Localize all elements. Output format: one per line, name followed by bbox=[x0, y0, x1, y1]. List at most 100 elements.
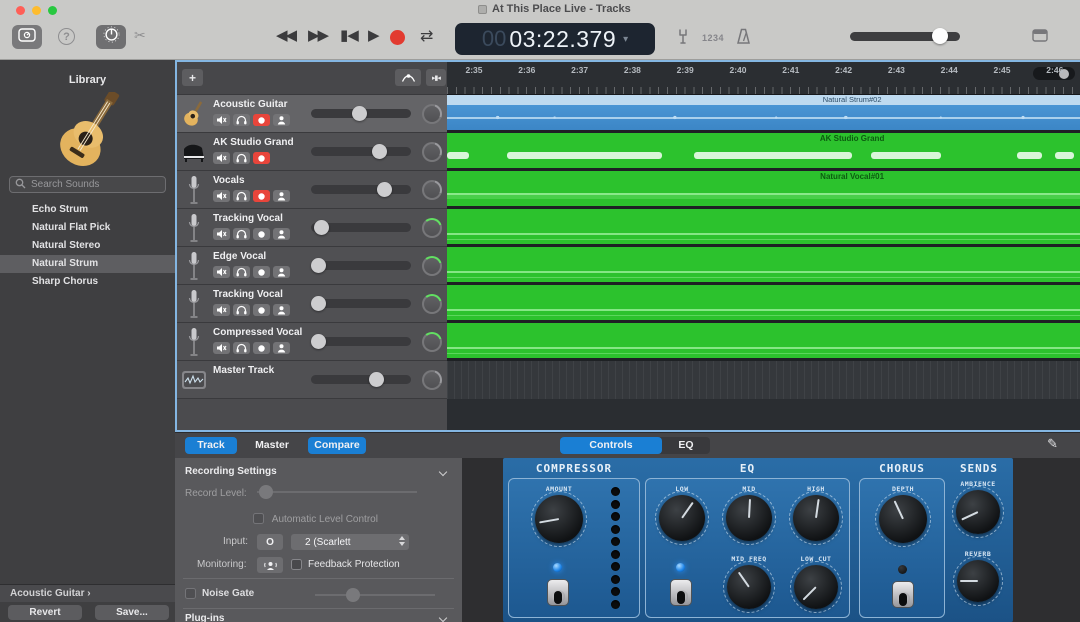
region[interactable]: Natural Vocal#01 bbox=[447, 171, 1080, 209]
tab-controls[interactable]: Controls bbox=[560, 437, 662, 454]
chorus-toggle[interactable] bbox=[892, 581, 914, 608]
track-header[interactable]: Acoustic Guitar bbox=[177, 95, 447, 133]
record-button[interactable] bbox=[253, 266, 270, 278]
rewind-button[interactable]: ◀◀ bbox=[276, 26, 295, 44]
library-toggle-button[interactable] bbox=[12, 25, 42, 49]
knob-dial[interactable] bbox=[659, 495, 705, 541]
catch-playhead-button[interactable]: ▸▮◂ bbox=[426, 69, 446, 86]
region[interactable] bbox=[447, 361, 1080, 399]
mute-button[interactable] bbox=[213, 266, 230, 278]
revert-button[interactable]: Revert bbox=[8, 605, 82, 620]
knob-dial[interactable] bbox=[957, 560, 999, 602]
add-track-button[interactable]: + bbox=[182, 69, 203, 86]
mute-button[interactable] bbox=[213, 190, 230, 202]
master-volume-knob[interactable] bbox=[932, 28, 948, 44]
recording-settings-title[interactable]: Recording Settings bbox=[175, 466, 462, 477]
volume-knob[interactable] bbox=[377, 182, 392, 197]
monitor-button[interactable] bbox=[273, 304, 290, 316]
current-patch-breadcrumb[interactable]: Acoustic Guitar › bbox=[0, 584, 175, 602]
noise-gate-checkbox[interactable] bbox=[185, 588, 196, 599]
volume-slider[interactable] bbox=[311, 375, 411, 384]
save-button[interactable]: Save... bbox=[95, 605, 169, 620]
pan-knob[interactable] bbox=[422, 256, 442, 276]
tab-master[interactable]: Master bbox=[244, 437, 300, 454]
smart-controls-button[interactable] bbox=[96, 25, 126, 49]
mute-button[interactable] bbox=[213, 114, 230, 126]
volume-knob[interactable] bbox=[372, 144, 387, 159]
metronome-icon[interactable] bbox=[736, 28, 751, 50]
master-volume-slider[interactable] bbox=[850, 32, 960, 41]
track-header[interactable]: Compressed Vocal bbox=[177, 323, 447, 361]
feedback-protection-checkbox[interactable] bbox=[291, 559, 302, 570]
pan-knob[interactable] bbox=[422, 294, 442, 314]
browser-panel-icon[interactable] bbox=[1032, 29, 1048, 47]
cycle-button[interactable]: ⇄ bbox=[420, 26, 433, 45]
play-button[interactable]: ▶ bbox=[368, 26, 378, 44]
forward-button[interactable]: ▶▶ bbox=[308, 26, 327, 44]
record-button[interactable] bbox=[253, 190, 270, 202]
knob-high[interactable]: HIGH bbox=[793, 485, 839, 541]
knob-amount[interactable]: AMOUNT bbox=[535, 485, 583, 543]
library-item[interactable]: Natural Strum bbox=[0, 255, 175, 273]
knob-dial[interactable] bbox=[727, 565, 771, 609]
headphones-button[interactable] bbox=[233, 304, 250, 316]
knob-dial[interactable] bbox=[726, 495, 772, 541]
input-format-button[interactable]: O bbox=[257, 534, 283, 550]
edit-pencil-icon[interactable]: ✎ bbox=[1047, 437, 1058, 452]
minimize-window-button[interactable] bbox=[32, 6, 41, 15]
record-button[interactable] bbox=[253, 114, 270, 126]
tab-eq[interactable]: EQ bbox=[662, 437, 710, 454]
track-header[interactable]: Vocals bbox=[177, 171, 447, 209]
count-in-button[interactable]: 1234 bbox=[702, 33, 724, 43]
volume-slider[interactable] bbox=[311, 109, 411, 118]
automation-button[interactable] bbox=[395, 69, 421, 86]
chevron-down-icon[interactable] bbox=[439, 468, 447, 476]
record-button[interactable] bbox=[253, 228, 270, 240]
knob-depth[interactable]: DEPTH bbox=[879, 485, 927, 543]
knob-low[interactable]: LOW bbox=[659, 485, 705, 541]
record-button[interactable] bbox=[253, 304, 270, 316]
region[interactable]: Natural Strum#02 bbox=[447, 95, 1080, 133]
volume-slider[interactable] bbox=[311, 185, 411, 194]
region[interactable] bbox=[447, 323, 1080, 361]
knob-dial[interactable] bbox=[956, 490, 1000, 534]
quick-help-button[interactable]: ? bbox=[58, 28, 75, 45]
volume-knob[interactable] bbox=[311, 334, 326, 349]
tab-track[interactable]: Track bbox=[185, 437, 237, 454]
lcd-chevron-icon[interactable]: ▾ bbox=[623, 34, 628, 45]
knob-dial[interactable] bbox=[794, 565, 838, 609]
pan-knob[interactable] bbox=[422, 332, 442, 352]
pan-knob[interactable] bbox=[422, 218, 442, 238]
headphones-button[interactable] bbox=[233, 266, 250, 278]
go-to-beginning-button[interactable]: ▮◀ bbox=[340, 26, 358, 44]
monitoring-button[interactable] bbox=[257, 557, 283, 573]
record-button[interactable] bbox=[253, 152, 270, 164]
volume-knob[interactable] bbox=[352, 106, 367, 121]
pan-knob[interactable] bbox=[422, 180, 442, 200]
headphones-button[interactable] bbox=[233, 152, 250, 164]
knob-ambience[interactable]: AMBIENCE bbox=[956, 480, 1000, 534]
stepper-icons[interactable] bbox=[399, 536, 405, 546]
track-header[interactable]: Master Track bbox=[177, 361, 447, 399]
compressor-toggle[interactable] bbox=[547, 579, 569, 606]
volume-slider[interactable] bbox=[311, 337, 411, 346]
track-header[interactable]: Edge Vocal bbox=[177, 247, 447, 285]
mute-button[interactable] bbox=[213, 152, 230, 164]
plugins-header[interactable]: Plug-ins bbox=[175, 613, 462, 622]
volume-knob[interactable] bbox=[311, 296, 326, 311]
library-item[interactable]: Echo Strum bbox=[0, 201, 175, 219]
knob-mid-freq[interactable]: MID FREQ bbox=[727, 555, 771, 609]
volume-knob[interactable] bbox=[369, 372, 384, 387]
search-sounds-field[interactable] bbox=[9, 176, 166, 193]
lcd-display[interactable]: 00 03:22.379 ▾ bbox=[455, 23, 655, 55]
region[interactable]: AK Studio Grand bbox=[447, 133, 1080, 171]
tab-compare[interactable]: Compare bbox=[308, 437, 366, 454]
noise-gate-slider[interactable] bbox=[315, 594, 435, 596]
volume-slider[interactable] bbox=[311, 299, 411, 308]
monitor-button[interactable] bbox=[273, 266, 290, 278]
volume-knob[interactable] bbox=[314, 220, 329, 235]
volume-knob[interactable] bbox=[311, 258, 326, 273]
monitor-button[interactable] bbox=[273, 342, 290, 354]
chevron-down-icon[interactable] bbox=[439, 614, 447, 622]
mute-button[interactable] bbox=[213, 304, 230, 316]
